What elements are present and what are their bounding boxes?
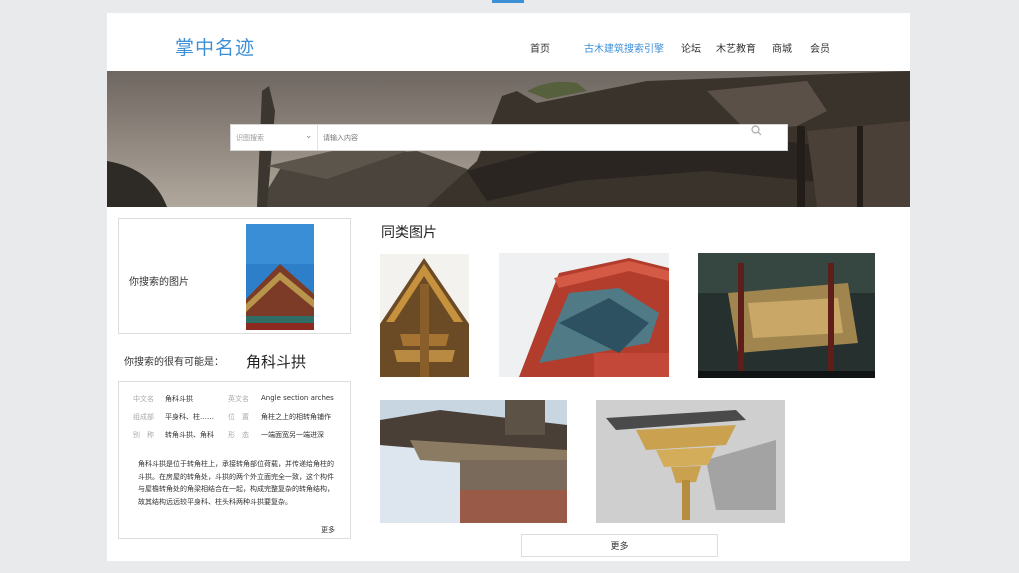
search-icon [751,125,762,136]
site-logo[interactable]: 掌中名迹 [175,33,255,60]
search-type-select[interactable]: 识图搜索 ⌄ [231,125,318,150]
nav-shop[interactable]: 商城 [772,40,792,55]
maybe-label: 你搜索的很有可能是： [124,357,224,368]
info-value: Angle section arches [261,394,334,402]
similar-images-title: 同类图片 [381,225,437,241]
maybe-result: 角科斗拱 [246,353,307,371]
query-image[interactable] [246,224,314,330]
nav-woodcraft-education[interactable]: 木艺教育 [716,40,756,55]
info-value: 平身科、柱…… [165,413,214,421]
page-container: 掌中名迹 首页 古木建筑搜索引擎 论坛 木艺教育 商城 会员 识图搜索 ⌄ 请输… [107,13,910,561]
search-type-value: 识图搜索 [236,134,264,142]
info-key: 中文名 [133,395,154,403]
nav-forum[interactable]: 论坛 [681,40,701,55]
info-value: 角柱之上的相转角铺作 [261,413,331,421]
info-key: 英文名 [228,395,249,403]
header: 掌中名迹 首页 古木建筑搜索引擎 论坛 木艺教育 商城 会员 [107,13,910,71]
info-description: 角科斗拱是位于转角柱上，承接转角部位荷载，并传递给角柱的斗拱。在房屋的转角处，斗… [138,460,334,506]
similar-image-thumb[interactable] [499,253,669,377]
nav-search-engine[interactable]: 古木建筑搜索引擎 [584,40,664,55]
hero-banner: 识图搜索 ⌄ [107,71,910,207]
chevron-down-icon: ⌄ [305,131,313,141]
similar-image-thumb[interactable] [380,400,567,523]
nav-home[interactable]: 首页 [530,40,550,55]
info-more-link[interactable]: 更多 [321,525,335,535]
similar-image-thumb[interactable] [698,253,875,378]
query-image-panel: 你搜索的图片 [118,218,351,334]
info-key: 位 置 [228,413,249,421]
info-key: 别 称 [133,431,154,439]
more-similar-button[interactable]: 更多 [521,534,718,557]
info-key: 组成部 [133,413,154,421]
nav-member[interactable]: 会员 [810,40,830,55]
search-button[interactable] [751,125,787,150]
info-panel: 中文名 角科斗拱 英文名 Angle section arches 组成部 平身… [118,381,351,539]
search-input[interactable] [323,130,743,145]
top-accent-line [492,0,524,3]
info-value: 转角斗拱、角科 [165,431,214,439]
search-bar: 识图搜索 ⌄ [230,124,788,151]
similar-image-thumb[interactable] [380,254,469,377]
info-value: 一端面宽另一端进深 [261,431,324,439]
info-value: 角科斗拱 [165,395,193,403]
similar-image-thumb[interactable] [596,400,785,523]
info-key: 形 态 [228,431,249,439]
query-image-label: 你搜索的图片 [129,277,189,288]
info-row: 中文名 [133,394,154,404]
